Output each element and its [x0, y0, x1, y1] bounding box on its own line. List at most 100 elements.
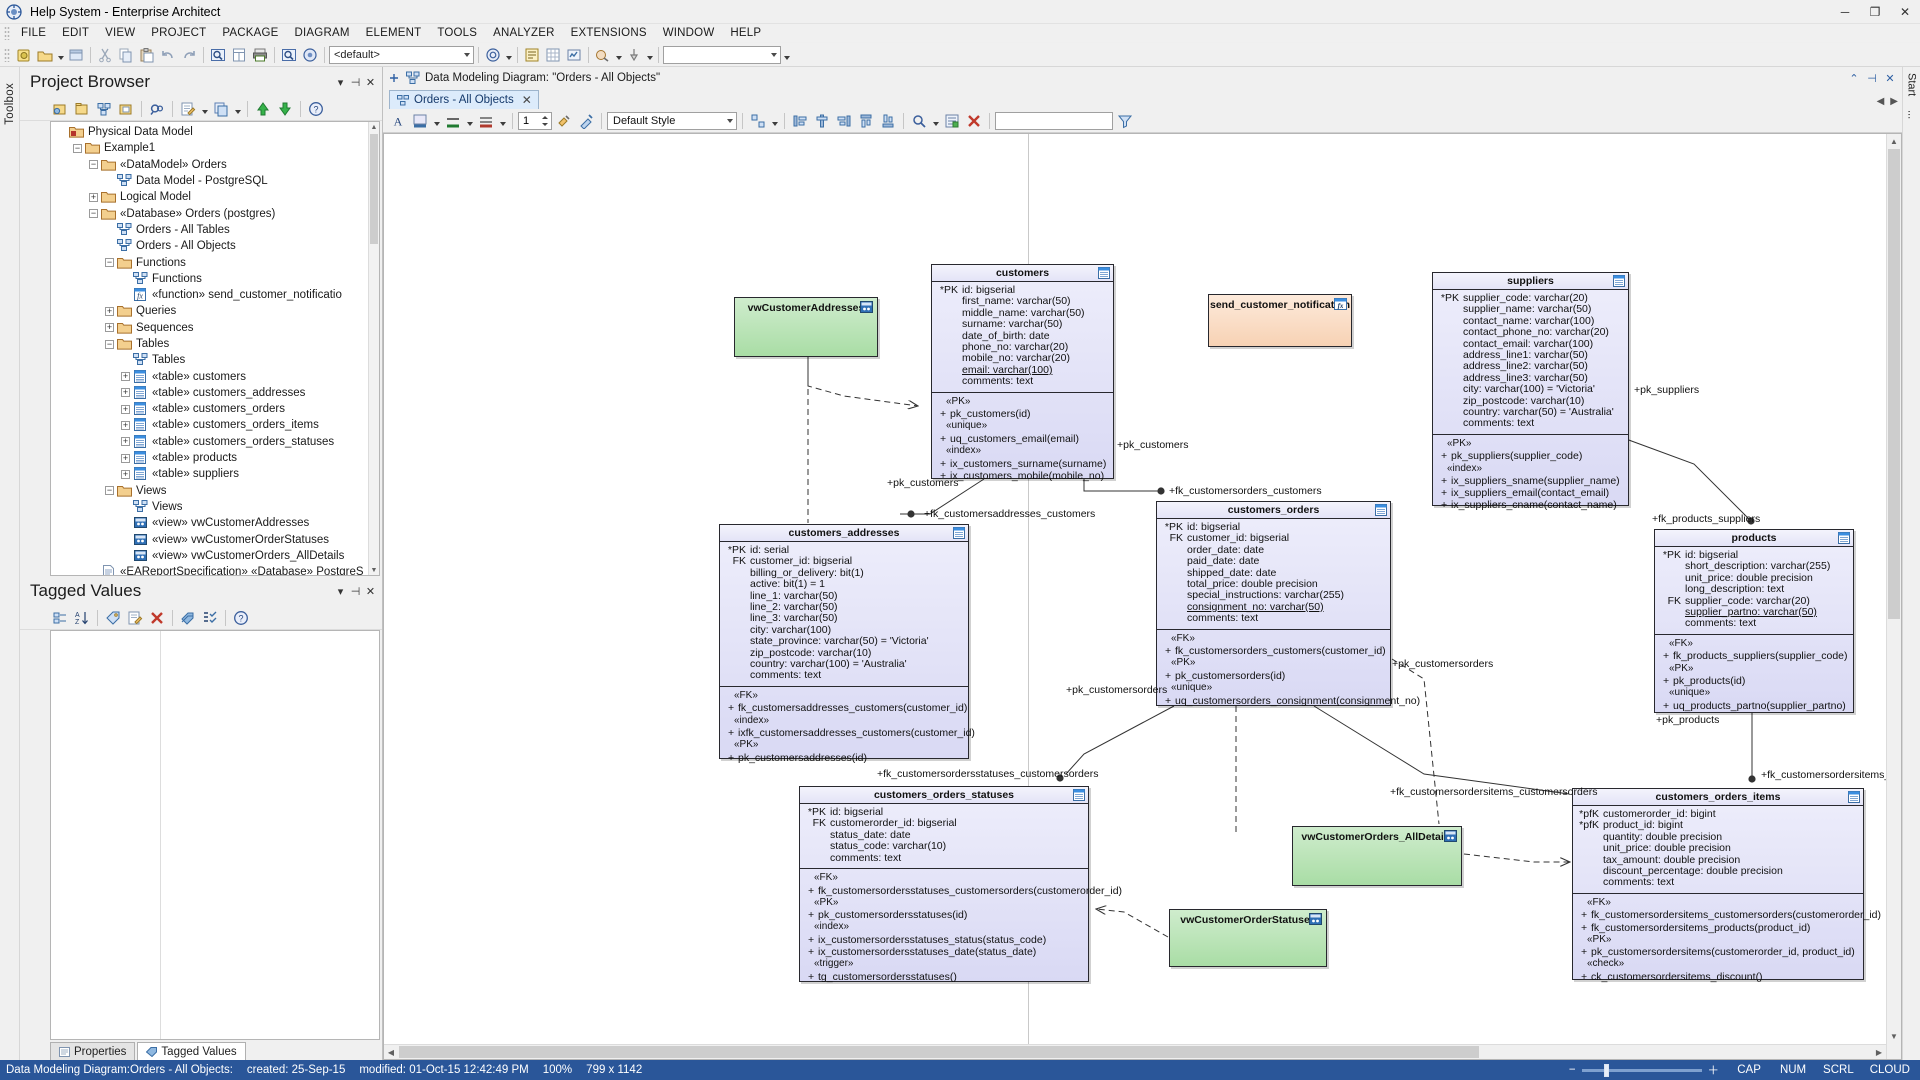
- search-options-dropdown[interactable]: [782, 45, 791, 65]
- search-project-icon[interactable]: [279, 45, 299, 65]
- start-page-tab[interactable]: Start: [1906, 73, 1918, 96]
- sort-tags-icon[interactable]: AZ: [72, 608, 92, 628]
- tree-expand-icon[interactable]: +: [121, 437, 130, 447]
- delete-element-icon[interactable]: [964, 111, 984, 131]
- minimize-button[interactable]: ─: [1830, 0, 1860, 24]
- spell-check-dropdown[interactable]: [614, 45, 623, 65]
- tab-next-icon[interactable]: ▶: [1890, 96, 1898, 107]
- canvas-hscroll-thumb[interactable]: [399, 1046, 1479, 1058]
- add-tag-icon[interactable]: [103, 608, 123, 628]
- font-style-icon[interactable]: A: [388, 111, 408, 131]
- tree-item[interactable]: Tables: [53, 352, 379, 368]
- workspace-dropdown[interactable]: [504, 45, 513, 65]
- tree-item[interactable]: Views: [53, 499, 379, 515]
- canvas-vertical-scrollbar[interactable]: ▲ ▼: [1886, 134, 1901, 1059]
- paste-icon[interactable]: [137, 45, 157, 65]
- diagram-node-vwCustomerAddresses[interactable]: vwCustomerAddresses: [734, 297, 878, 357]
- line-width-dropdown[interactable]: [498, 111, 507, 131]
- tree-expand-icon[interactable]: +: [121, 453, 130, 463]
- tree-item[interactable]: «view» vwCustomerAddresses: [53, 515, 379, 531]
- diagram-node-customers[interactable]: customers *PK id: bigserial first_name: var…: [931, 264, 1114, 482]
- toolbox-strip[interactable]: Toolbox: [0, 67, 20, 1060]
- tag-stack-icon[interactable]: [178, 608, 198, 628]
- diagram-filter-input[interactable]: [995, 111, 1113, 130]
- line-color-icon[interactable]: [443, 111, 463, 131]
- tree-item[interactable]: − «DataModel» Orders: [53, 157, 379, 173]
- relationship-matrix-icon[interactable]: [543, 45, 563, 65]
- menu-project[interactable]: PROJECT: [143, 26, 214, 40]
- menu-diagram[interactable]: DIAGRAM: [287, 26, 358, 40]
- panel-menu-icon[interactable]: ▾: [333, 73, 348, 91]
- tree-item[interactable]: + «table» customers_orders: [53, 401, 379, 417]
- diagram-node-suppliers[interactable]: suppliers *PK supplier_code: varchar(20) su…: [1432, 272, 1629, 511]
- diagram-node-customers_orders_statuses[interactable]: customers_orders_statuses *PK id: bigseria…: [799, 786, 1122, 983]
- tree-item[interactable]: + Logical Model: [53, 189, 379, 205]
- new-model-package-icon[interactable]: [50, 99, 70, 119]
- edit-notes-icon[interactable]: [178, 99, 198, 119]
- fill-color-dropdown[interactable]: [432, 111, 441, 131]
- tagged-values-grid[interactable]: [50, 630, 380, 1040]
- tv-pin-icon[interactable]: ⊣: [348, 582, 363, 600]
- diagram-close-icon[interactable]: ✕: [1882, 70, 1898, 86]
- tagged-values-help-icon[interactable]: ?: [231, 608, 251, 628]
- layout-icon[interactable]: [748, 111, 768, 131]
- diagram-collapse-icon[interactable]: ⌃: [1846, 70, 1862, 86]
- menu-element[interactable]: ELEMENT: [358, 26, 430, 40]
- model-views-icon[interactable]: [300, 45, 320, 65]
- edit-notes-dropdown[interactable]: [200, 99, 209, 119]
- pin-icon[interactable]: [624, 45, 644, 65]
- tree-expand-icon[interactable]: +: [121, 469, 130, 479]
- zoom-slider[interactable]: − ＋: [1569, 1062, 1719, 1078]
- menu-view[interactable]: VIEW: [97, 26, 143, 40]
- menu-tools[interactable]: TOOLS: [429, 26, 485, 40]
- undo-icon[interactable]: [158, 45, 178, 65]
- restore-button[interactable]: ❐: [1860, 0, 1890, 24]
- tree-scroll-thumb[interactable]: [370, 134, 378, 244]
- tree-scrollbar[interactable]: ▲ ▼: [368, 122, 379, 575]
- right-strip-more[interactable]: ...: [1906, 110, 1918, 119]
- tree-scroll-up-icon[interactable]: ▲: [369, 122, 379, 132]
- diagram-node-products[interactable]: products *PK id: bigserial short_descriptio…: [1654, 529, 1854, 713]
- tree-item[interactable]: − Functions: [53, 254, 379, 270]
- tv-close-icon[interactable]: ✕: [363, 582, 378, 600]
- align-left-icon[interactable]: [790, 111, 810, 131]
- tree-item[interactable]: «view» vwCustomerOrders_AllDetails: [53, 548, 379, 564]
- eyedropper-icon[interactable]: [576, 111, 596, 131]
- menu-extensions[interactable]: EXTENSIONS: [563, 26, 655, 40]
- tree-collapse-icon[interactable]: −: [105, 258, 114, 268]
- tag-checklist-icon[interactable]: [200, 608, 220, 628]
- align-right-icon[interactable]: [834, 111, 854, 131]
- diagram-node-customers_orders[interactable]: customers_orders *PK id: bigserial FK custom…: [1156, 501, 1420, 707]
- tree-item[interactable]: + «table» suppliers: [53, 466, 379, 482]
- line-weight-stepper[interactable]: 1: [518, 111, 552, 130]
- diagram-node-vwCustomerOrders_AllDetails[interactable]: vwCustomerOrders_AllDetails: [1292, 826, 1462, 886]
- tree-item[interactable]: + «table» customers: [53, 368, 379, 384]
- tree-scroll-down-icon[interactable]: ▼: [369, 565, 379, 575]
- panel-pin-icon[interactable]: ⊣: [348, 73, 363, 91]
- format-painter-icon[interactable]: [554, 111, 574, 131]
- tree-item[interactable]: + Sequences: [53, 320, 379, 336]
- duplicate-icon[interactable]: [211, 99, 231, 119]
- tree-item[interactable]: Data Model - PostgreSQL: [53, 173, 379, 189]
- diagram-canvas-container[interactable]: customers (dashed dependency) --> custom…: [383, 133, 1902, 1060]
- diagram-node-send_customer_notification[interactable]: send_customer_notification fx: [1208, 294, 1352, 347]
- tree-item[interactable]: + «table» customers_addresses: [53, 385, 379, 401]
- tree-item[interactable]: fx «function» send_customer_notificatio: [53, 287, 379, 303]
- tree-item[interactable]: − «Database» Orders (postgres): [53, 205, 379, 221]
- menu-edit[interactable]: EDIT: [54, 26, 97, 40]
- diagram-pin-icon[interactable]: ⊣: [1864, 70, 1880, 86]
- print-icon[interactable]: [250, 45, 270, 65]
- move-down-icon[interactable]: [275, 99, 295, 119]
- tree-collapse-icon[interactable]: −: [73, 143, 82, 153]
- zoom-icon[interactable]: [909, 111, 929, 131]
- menu-package[interactable]: PACKAGE: [214, 26, 286, 40]
- bottom-tab-properties[interactable]: Properties: [50, 1042, 136, 1060]
- find-icon[interactable]: [147, 99, 167, 119]
- diagram-tab-close-icon[interactable]: ✕: [522, 93, 532, 107]
- tree-item[interactable]: Functions: [53, 271, 379, 287]
- diagram-node-vwCustomerOrderStatuses[interactable]: vwCustomerOrderStatuses: [1169, 909, 1327, 967]
- diagram-tab[interactable]: Orders - All Objects ✕: [389, 90, 539, 109]
- menu-file[interactable]: FILE: [13, 26, 54, 40]
- tree-item[interactable]: − Views: [53, 483, 379, 499]
- tree-collapse-icon[interactable]: −: [105, 339, 114, 349]
